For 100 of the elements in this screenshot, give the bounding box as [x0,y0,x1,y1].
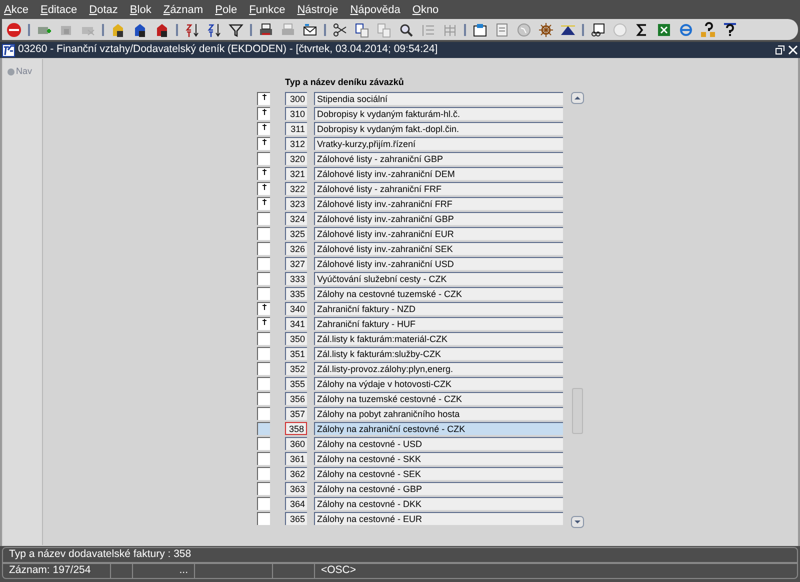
name-field[interactable]: Zálohové listy inv.-zahraniční USD [314,257,563,270]
code-field[interactable]: 333 [285,272,307,285]
menu-item[interactable]: Editace [40,2,78,18]
code-field[interactable]: 361 [285,452,307,465]
menu-item[interactable]: Dotaz [89,2,118,18]
scroll-down-icon[interactable] [570,516,584,528]
code-field[interactable]: 312 [285,137,307,150]
name-field[interactable]: Dobropisy k vydaným fakt.-dopl.čin. [314,122,563,135]
name-field[interactable]: Dobropisy k vydaným fakturám-hl.č. [314,107,563,120]
code-field[interactable]: 321 [285,167,307,180]
row-checkbox[interactable] [257,392,270,405]
row-checkbox[interactable] [257,482,270,495]
name-field[interactable]: Zálohy na cestovné - DKK [314,497,563,510]
exit-icon[interactable] [6,22,22,38]
sort-ascending-icon[interactable] [184,22,200,38]
name-field[interactable]: Zálohy na cestovné - SKK [314,452,563,465]
name-field[interactable]: Zálohy na tuzemské cestovné - CZK [314,392,563,405]
row-checkbox[interactable] [257,242,270,255]
row-checkbox[interactable] [257,137,270,150]
row-checkbox[interactable] [257,182,270,195]
name-field[interactable]: Zálohy na cestovné - SEK [314,467,563,480]
row-checkbox[interactable] [257,407,270,420]
row-checkbox[interactable] [257,467,270,480]
search-icon[interactable] [398,22,414,38]
code-field[interactable]: 310 [285,107,307,120]
name-field[interactable]: Vyúčtování služební cesty - CZK [314,272,563,285]
name-field[interactable]: Zál.listy k fakturám:služby-CZK [314,347,563,360]
wheel-icon[interactable] [538,22,554,38]
name-field[interactable]: Zahraniční faktury - NZD [314,302,563,315]
code-field[interactable]: 350 [285,332,307,345]
menu-item[interactable]: Pole [215,2,238,18]
code-field[interactable]: 320 [285,152,307,165]
spreadsheet-icon[interactable] [656,22,672,38]
form-icon[interactable] [472,22,488,38]
row-checkbox[interactable] [257,107,270,120]
code-field[interactable]: 300 [285,92,307,105]
envelope-icon[interactable] [302,22,318,38]
help-icon[interactable] [722,22,738,38]
code-field[interactable]: 360 [285,437,307,450]
name-field[interactable]: Zálohy na cestovné - EUR [314,512,563,525]
sort-descending-icon[interactable] [206,22,222,38]
code-field[interactable]: 358 [285,422,307,435]
row-checkbox[interactable] [257,197,270,210]
code-field[interactable]: 324 [285,212,307,225]
name-field[interactable]: Zahraniční faktury - HUF [314,317,563,330]
name-field[interactable]: Zálohy na cestovné - GBP [314,482,563,495]
name-field[interactable]: Zálohové listy inv.-zahraniční SEK [314,242,563,255]
name-field[interactable]: Vratky-kurzy,přijím.řízení [314,137,563,150]
code-field[interactable]: 351 [285,347,307,360]
code-field[interactable]: 326 [285,242,307,255]
row-checkbox[interactable] [257,272,270,285]
menu-item[interactable]: Funkce [249,2,286,18]
code-field[interactable]: 323 [285,197,307,210]
row-checkbox[interactable] [257,512,270,525]
row-checkbox[interactable] [257,122,270,135]
code-field[interactable]: 352 [285,362,307,375]
row-checkbox[interactable] [257,227,270,240]
row-checkbox[interactable] [257,362,270,375]
name-field[interactable]: Zálohové listy inv.-zahraniční DEM [314,167,563,180]
code-field[interactable]: 364 [285,497,307,510]
row-checkbox[interactable] [257,317,270,330]
name-field[interactable]: Stipendia sociální [314,92,563,105]
row-checkbox[interactable] [257,257,270,270]
row-checkbox[interactable] [257,497,270,510]
menu-item[interactable]: Okno [412,2,439,18]
row-checkbox[interactable] [257,92,270,105]
code-field[interactable]: 363 [285,482,307,495]
copy-icon[interactable] [354,22,370,38]
row-checkbox[interactable] [257,302,270,315]
code-field[interactable]: 341 [285,317,307,330]
radio-icon[interactable] [7,68,15,76]
filter-icon[interactable] [228,22,244,38]
name-field[interactable]: Zál.listy-provoz.zálohy:plyn,energ. [314,362,563,375]
code-field[interactable]: 356 [285,392,307,405]
row-checkbox[interactable] [257,332,270,345]
close-icon[interactable] [788,45,798,55]
menu-item[interactable]: Nástroje [297,2,338,18]
scrollbar-thumb[interactable] [572,388,583,434]
code-field[interactable]: 322 [285,182,307,195]
code-field[interactable]: 327 [285,257,307,270]
row-checkbox[interactable] [257,422,270,435]
menu-item[interactable]: Nápověda [350,2,400,18]
row-checkbox[interactable] [257,377,270,390]
restore-icon[interactable] [775,45,785,55]
name-field[interactable]: Zálohové listy inv.-zahraniční FRF [314,197,563,210]
row-checkbox[interactable] [257,167,270,180]
code-field[interactable]: 362 [285,467,307,480]
menu-item[interactable]: Záznam [163,2,204,18]
scissors-icon[interactable] [332,22,348,38]
menu-item[interactable]: Blok [130,2,152,18]
document-icon[interactable] [494,22,510,38]
code-field[interactable]: 325 [285,227,307,240]
name-field[interactable]: Zálohy na cestovné - USD [314,437,563,450]
row-checkbox[interactable] [257,212,270,225]
name-field[interactable]: Zálohy na cestovné tuzemské - CZK [314,287,563,300]
name-field[interactable]: Zálohové listy inv.-zahraniční GBP [314,212,563,225]
row-checkbox[interactable] [257,152,270,165]
code-field[interactable]: 357 [285,407,307,420]
row-checkbox[interactable] [257,437,270,450]
code-field[interactable]: 340 [285,302,307,315]
